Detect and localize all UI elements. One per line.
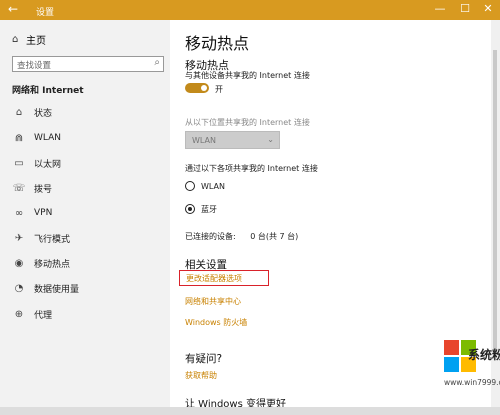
search-icon[interactable]: ⌕	[154, 57, 160, 68]
sidebar-item-ethernet[interactable]: ▭ 以太网	[0, 151, 170, 175]
toggle-knob	[201, 85, 207, 91]
sidebar-home[interactable]: ⌂ 主页	[12, 32, 46, 47]
phone-icon: ☏	[12, 182, 26, 194]
sidebar-item-airplane[interactable]: ✈ 飞行模式	[0, 226, 170, 250]
sidebar-item-label: 代理	[34, 310, 53, 321]
wifi-icon: ⋒	[14, 132, 24, 144]
sidebar-item-data-usage[interactable]: ◔ 数据使用量	[0, 276, 170, 300]
page-title: 移动热点	[185, 34, 250, 53]
sidebar-item-label: WLAN	[34, 133, 62, 143]
share-from-label: 从以下位置共享我的 Internet 连接	[185, 118, 310, 127]
sidebar-item-dialup[interactable]: ☏ 拨号	[0, 176, 170, 200]
change-adapter-options-link[interactable]: 更改适配器选项	[179, 270, 269, 286]
minimize-button[interactable]: —	[430, 1, 450, 17]
watermark: 系统粉 www.win7999.com	[444, 340, 500, 400]
data-usage-icon: ◔	[14, 282, 24, 294]
chevron-down-icon: ⌄	[267, 135, 274, 144]
sidebar-item-label: 数据使用量	[34, 284, 80, 295]
search-placeholder: 查找设置	[17, 61, 52, 71]
sidebar-item-proxy[interactable]: ⊕ 代理	[0, 302, 170, 326]
radio-wlan-label: WLAN	[201, 181, 226, 191]
globe-icon: ⊕	[14, 308, 24, 320]
back-arrow-icon[interactable]: ←	[8, 2, 22, 16]
sidebar-item-wlan[interactable]: ⋒ WLAN	[0, 126, 170, 150]
sidebar-item-label: 拨号	[34, 184, 53, 195]
scrollbar-thumb[interactable]	[493, 50, 497, 350]
home-icon: ⌂	[12, 33, 19, 45]
window-title: 设置	[36, 8, 55, 18]
hotspot-icon: ◉	[14, 257, 24, 269]
connected-label: 已连接的设备:	[185, 232, 236, 241]
title-bar: ← 设置 — ☐ ✕	[0, 0, 500, 20]
radio-wlan[interactable]: WLAN	[185, 180, 225, 192]
maximize-button[interactable]: ☐	[455, 1, 475, 17]
watermark-name: 系统粉	[468, 348, 500, 362]
question-heading: 有疑问?	[185, 353, 223, 365]
vpn-icon: ∞	[14, 207, 24, 219]
close-button[interactable]: ✕	[478, 1, 498, 17]
radio-button-selected[interactable]	[185, 204, 195, 214]
hotspot-description: 与其他设备共享我的 Internet 连接	[185, 71, 310, 80]
hotspot-toggle[interactable]	[185, 83, 209, 93]
connected-devices: 已连接的设备: 0 台(共 7 台)	[185, 231, 298, 242]
airplane-icon: ✈	[14, 232, 24, 244]
content-pane: 移动热点 移动热点 与其他设备共享我的 Internet 连接 开 从以下位置共…	[171, 20, 491, 410]
connected-value: 0 台(共 7 台)	[250, 232, 299, 241]
share-from-dropdown[interactable]: WLAN ⌄	[185, 131, 280, 149]
windows-firewall-link[interactable]: Windows 防火墙	[185, 317, 247, 328]
monitor-icon: ▭	[14, 157, 24, 169]
sidebar-home-label: 主页	[26, 35, 46, 47]
network-sharing-center-link[interactable]: 网络和共享中心	[185, 296, 241, 307]
sidebar-section-title: 网络和 Internet	[12, 86, 84, 96]
search-input[interactable]: 查找设置 ⌕	[12, 56, 164, 72]
sidebar-item-hotspot[interactable]: ◉ 移动热点	[0, 251, 170, 275]
get-help-link[interactable]: 获取帮助	[185, 370, 217, 381]
watermark-url: www.win7999.com	[444, 378, 500, 387]
sidebar-item-label: VPN	[34, 208, 53, 218]
bottom-strip	[0, 407, 500, 415]
sidebar-item-vpn[interactable]: ∞ VPN	[0, 201, 170, 225]
toggle-state-label: 开	[215, 85, 223, 94]
share-via-label: 通过以下各项共享我的 Internet 连接	[185, 164, 318, 173]
sidebar-item-status[interactable]: ⌂ 状态	[0, 100, 170, 124]
sidebar-item-label: 移动热点	[34, 259, 71, 270]
radio-bluetooth[interactable]: 蓝牙	[185, 203, 217, 215]
sidebar-item-label: 飞行模式	[34, 234, 71, 245]
sidebar-item-label: 以太网	[34, 159, 62, 170]
radio-bluetooth-label: 蓝牙	[201, 204, 217, 214]
sidebar: ⌂ 主页 查找设置 ⌕ 网络和 Internet ⌂ 状态 ⋒ WLAN ▭ 以…	[0, 20, 170, 407]
sidebar-item-label: 状态	[34, 108, 53, 119]
share-from-value: WLAN	[192, 136, 217, 145]
home-network-icon: ⌂	[15, 106, 23, 118]
radio-button[interactable]	[185, 181, 195, 191]
